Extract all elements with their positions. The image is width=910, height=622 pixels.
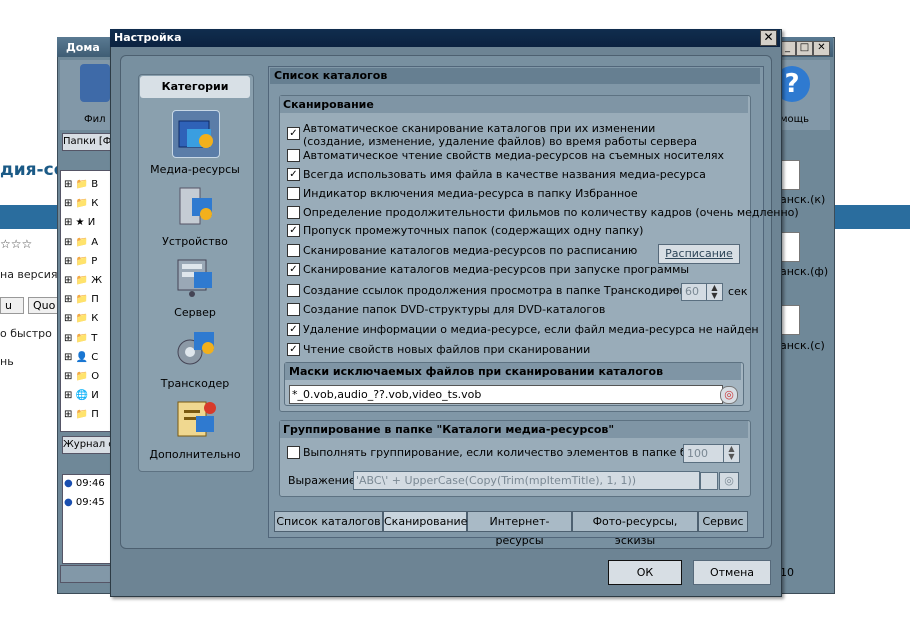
right-file-label: анск.(ф): [780, 265, 829, 278]
checkbox[interactable]: [287, 149, 300, 162]
option-label: Создание ссылок продолжения просмотра в …: [303, 284, 714, 297]
resume-seconds-spinner[interactable]: ▲ ▼: [706, 283, 723, 301]
background-fast-text: о быстро: [0, 327, 52, 340]
option-label: Чтение свойств новых файлов при сканиров…: [303, 343, 591, 356]
checkbox[interactable]: ✓: [287, 263, 300, 276]
category-additional[interactable]: Дополнительно: [138, 448, 252, 461]
expression-label: Выражение: [288, 474, 356, 487]
option-label: Сканирование каталогов медиа-ресурсов пр…: [303, 263, 690, 276]
resume-unit: сек: [728, 285, 748, 298]
tree-item[interactable]: ⊞ 👤 С: [64, 348, 108, 367]
device-icon[interactable]: [172, 184, 218, 230]
option-label: Создание папок DVD-структуры для DVD-кат…: [303, 303, 606, 316]
tab-service[interactable]: Сервис: [698, 511, 748, 532]
checkbox[interactable]: [287, 206, 300, 219]
expression-input[interactable]: 'ABC\' + UpperCase(Copy(Trim(mpItemTitle…: [353, 471, 700, 490]
tree-item[interactable]: ⊞ 📁 А: [64, 233, 108, 252]
tree-item[interactable]: ⊞ 📁 К: [64, 309, 108, 328]
checkbox[interactable]: ✓: [287, 323, 300, 336]
option-label: Пропуск промежуточных папок (содержащих …: [303, 224, 644, 237]
option-label: Индикатор включения медиа-ресурса в папк…: [303, 187, 638, 200]
categories-header: Категории: [140, 76, 250, 98]
resume-dash: —: [668, 283, 679, 296]
background-button-u[interactable]: u: [0, 297, 24, 314]
tree-item[interactable]: ⊞ 📁 О: [64, 367, 108, 386]
checkbox[interactable]: [287, 187, 300, 200]
category-device[interactable]: Устройство: [138, 235, 252, 248]
status-count: 10: [780, 566, 794, 579]
dialog-titlebar: Настройка: [110, 29, 780, 47]
grouping-count-input[interactable]: 100: [683, 444, 724, 463]
tab-catalog-list[interactable]: Список каталогов: [274, 511, 383, 532]
tree-item[interactable]: ⊞ 📁 К: [64, 194, 108, 213]
grouping-count-spinner[interactable]: ▲ ▼: [723, 444, 740, 463]
additional-icon[interactable]: [172, 396, 218, 442]
tree-item[interactable]: ⊞ 📁 В: [64, 175, 108, 194]
background-rating-icons: ☆☆☆: [0, 237, 33, 251]
background-app-title: Дома: [66, 41, 100, 54]
folders-tab[interactable]: Папки [Ф: [62, 133, 111, 151]
tree-item[interactable]: ⊞ 📁 П: [64, 405, 108, 424]
option-label: Выполнять группирование, если количество…: [303, 446, 724, 459]
checkbox[interactable]: ✓: [287, 224, 300, 237]
option-label: Определение продолжительности фильмов по…: [303, 206, 799, 219]
background-statusbar-left: [60, 565, 112, 583]
checkbox[interactable]: [287, 284, 300, 297]
transcoder-icon[interactable]: [172, 326, 218, 372]
edit-expression-icon[interactable]: [700, 472, 718, 490]
tab-scanning[interactable]: Сканирование: [383, 511, 467, 532]
tree-item[interactable]: ⊞ ★ И: [64, 213, 108, 232]
right-file-label: анск.(с): [780, 339, 825, 352]
tab-internet-resources[interactable]: Интернет-ресурсы: [467, 511, 572, 547]
log-row: ● 09:45: [64, 497, 105, 508]
files-toolbar-icon[interactable]: [80, 64, 110, 102]
option-label: Всегда использовать имя файла в качестве…: [303, 168, 706, 181]
folder-tree-items: ⊞ 📁 В ⊞ 📁 К ⊞ ★ И ⊞ 📁 А ⊞ 📁 Р ⊞ 📁 Ж ⊞ 📁 …: [64, 175, 108, 425]
tab-photo-resources[interactable]: Фото-ресурсы, эскизы: [572, 511, 698, 547]
checkbox[interactable]: ✓: [287, 343, 300, 356]
lifebuoy-icon[interactable]: ◎: [720, 386, 738, 404]
grouping-group-header: Группирование в папке "Каталоги медиа-ре…: [280, 421, 748, 438]
background-version-text: на версия: [0, 268, 58, 281]
info-icon: ●: [64, 478, 73, 489]
close-icon[interactable]: ✕: [813, 41, 830, 56]
tree-item[interactable]: ⊞ 📁 Ж: [64, 271, 108, 290]
tree-item[interactable]: ⊞ 📁 Р: [64, 252, 108, 271]
option-label: Удаление информации о медиа-ресурсе, есл…: [303, 323, 759, 336]
info-icon: ●: [64, 497, 73, 508]
masks-input[interactable]: *_0.vob,audio_??.vob,video_ts.vob: [289, 385, 723, 404]
category-server[interactable]: Сервер: [138, 306, 252, 319]
dialog-title: Настройка: [114, 31, 182, 44]
option-label: Сканирование каталогов медиа-ресурсов по…: [303, 244, 638, 257]
help-toolbar-label: мощь: [780, 114, 809, 125]
media-resources-icon[interactable]: [172, 110, 220, 158]
resume-seconds-input[interactable]: 60: [681, 283, 708, 301]
log-row: ● 09:46: [64, 478, 105, 489]
checkbox[interactable]: ✓: [287, 168, 300, 181]
tree-item[interactable]: ⊞ 📁 П: [64, 290, 108, 309]
scanning-group-header: Сканирование: [280, 96, 748, 113]
masks-group-header: Маски исключаемых файлов при сканировани…: [285, 363, 741, 380]
maximize-icon[interactable]: □: [796, 41, 813, 56]
ok-button[interactable]: ОК: [608, 560, 682, 585]
checkbox[interactable]: [287, 303, 300, 316]
category-media-resources[interactable]: Медиа-ресурсы: [138, 163, 252, 176]
journal-tab[interactable]: Журнал с: [62, 436, 111, 454]
files-toolbar-label: Фил: [84, 114, 106, 125]
option-label: Автоматическое чтение свойств медиа-ресу…: [303, 149, 725, 162]
background-heading: дия-со: [0, 160, 66, 180]
tree-item[interactable]: ⊞ 📁 Т: [64, 329, 108, 348]
option-label: Автоматическое сканирование каталогов пр…: [303, 122, 656, 135]
checkbox[interactable]: [287, 446, 300, 459]
category-transcoder[interactable]: Транскодер: [138, 377, 252, 390]
reset-expression-icon[interactable]: ◎: [719, 472, 739, 490]
checkbox[interactable]: ✓: [287, 127, 300, 140]
background-n-text: нь: [0, 355, 14, 368]
cancel-button[interactable]: Отмена: [693, 560, 771, 585]
dialog-close-icon[interactable]: ✕: [760, 30, 777, 46]
tree-item[interactable]: ⊞ 🌐 И: [64, 386, 108, 405]
checkbox[interactable]: [287, 244, 300, 257]
panel-title: Список каталогов: [270, 68, 760, 84]
server-icon[interactable]: [172, 254, 218, 300]
